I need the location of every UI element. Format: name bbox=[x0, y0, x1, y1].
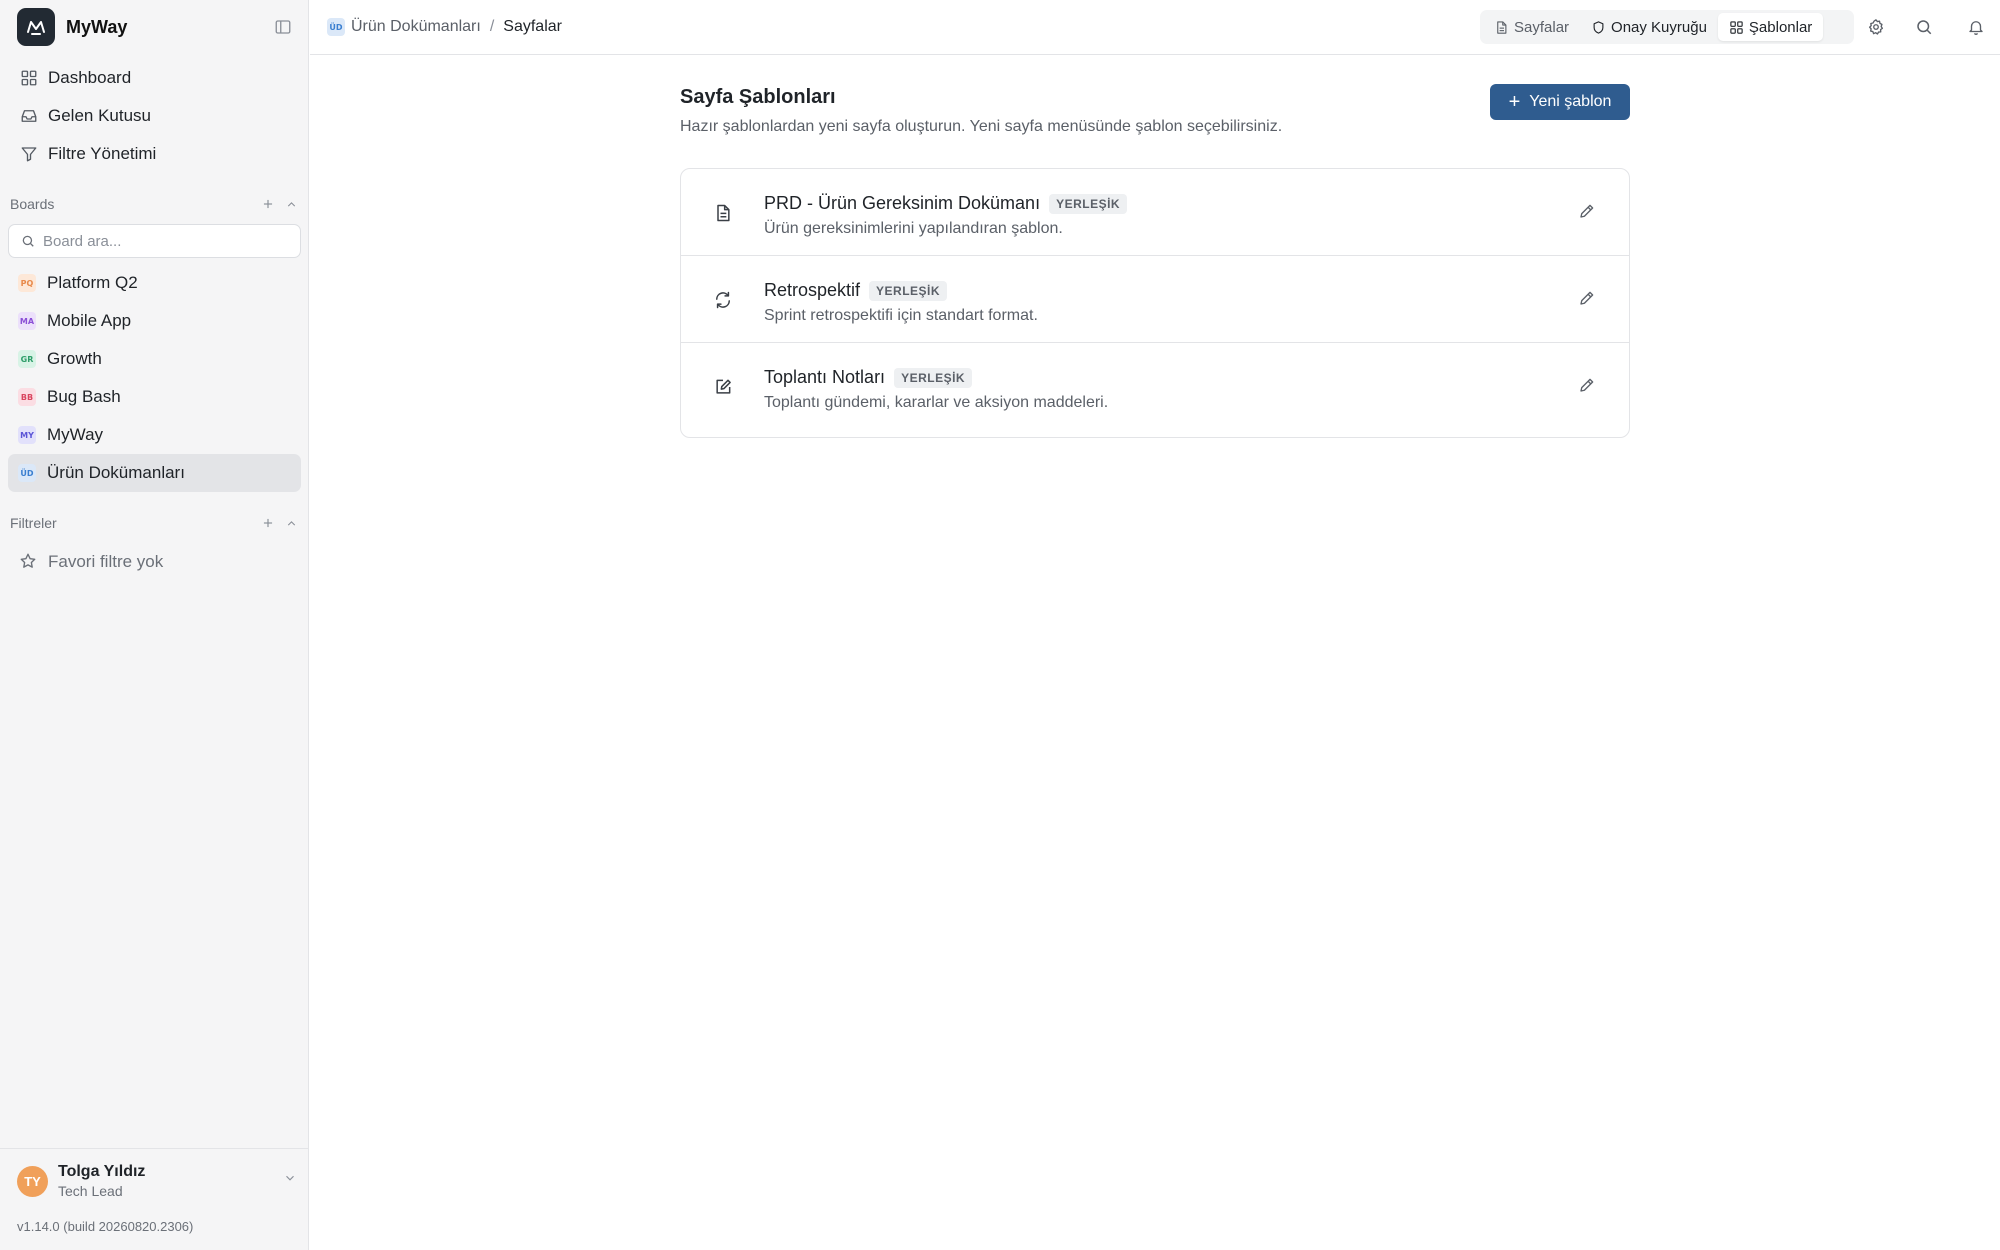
board-badge: MA bbox=[18, 312, 36, 330]
board-item[interactable]: ÜD Ürün Dokümanları bbox=[8, 454, 301, 492]
board-badge: MY bbox=[18, 426, 36, 444]
breadcrumb-current: Sayfalar bbox=[503, 18, 562, 35]
page-header: Sayfa Şablonları Hazır şablonlardan yeni… bbox=[680, 86, 1630, 136]
favorite-filters-empty: Favori filtre yok bbox=[8, 543, 301, 581]
app-name: MyWay bbox=[66, 16, 128, 37]
filter-icon bbox=[19, 144, 39, 164]
edit-pencil-icon[interactable] bbox=[1578, 289, 1596, 307]
template-title: PRD - Ürün Gereksinim Dokümanı bbox=[764, 193, 1041, 213]
chevron-up-icon[interactable] bbox=[285, 198, 298, 211]
tab-templates[interactable]: Şablonlar bbox=[1717, 13, 1824, 41]
template-row[interactable]: Retrospektif YERLEŞİK Sprint retrospekti… bbox=[681, 256, 1629, 343]
board-search-input[interactable] bbox=[43, 232, 283, 250]
chevron-up-icon[interactable] bbox=[285, 517, 298, 530]
settings-gear-icon[interactable] bbox=[1863, 14, 1889, 40]
board-badge: PQ bbox=[18, 274, 36, 292]
user-name: Tolga Yıldız bbox=[58, 1163, 146, 1180]
plus-icon: + bbox=[1508, 91, 1521, 113]
board-label: Platform Q2 bbox=[47, 273, 138, 292]
board-item[interactable]: BB Bug Bash bbox=[8, 378, 301, 416]
boards-section-header: Boards bbox=[10, 193, 300, 215]
nav-item-label: Dashboard bbox=[48, 68, 132, 87]
edit-square-icon bbox=[713, 377, 733, 397]
builtin-badge: YERLEŞİK bbox=[894, 367, 973, 388]
tab-approval-queue[interactable]: Onay Kuyruğu bbox=[1580, 13, 1718, 41]
board-item[interactable]: GR Growth bbox=[8, 340, 301, 378]
breadcrumb-parent-link[interactable]: Ürün Dokümanları bbox=[351, 18, 481, 36]
user-menu[interactable]: TY Tolga Yıldız Tech Lead bbox=[17, 1163, 297, 1199]
board-badge: GR bbox=[18, 350, 36, 368]
template-row[interactable]: Toplantı Notları YERLEŞİK Toplantı günde… bbox=[681, 343, 1629, 437]
breadcrumb-board-badge: ÜD bbox=[327, 18, 345, 36]
board-label: Growth bbox=[47, 349, 102, 368]
builtin-badge: YERLEŞİK bbox=[1049, 193, 1128, 214]
tab-label: Şablonlar bbox=[1748, 18, 1813, 36]
page-subtitle: Hazır şablonlardan yeni sayfa oluşturun.… bbox=[680, 118, 1283, 135]
edit-pencil-icon[interactable] bbox=[1578, 202, 1596, 220]
new-template-label: Yeni şablon bbox=[1529, 93, 1612, 110]
template-description: Ürün gereksinimlerini yapılandıran şablo… bbox=[764, 220, 1063, 237]
tab-pages[interactable]: Sayfalar bbox=[1483, 13, 1580, 41]
board-badge: BB bbox=[18, 388, 36, 406]
nav-item-label: Gelen Kutusu bbox=[48, 106, 152, 125]
board-label: Mobile App bbox=[47, 311, 132, 330]
nav-item-inbox[interactable]: Gelen Kutusu bbox=[8, 97, 301, 135]
grid-icon bbox=[1729, 20, 1744, 35]
breadcrumb: ÜD Ürün Dokümanları / Sayfalar bbox=[327, 0, 562, 54]
favorite-filters-empty-label: Favori filtre yok bbox=[48, 552, 164, 571]
add-filter-icon[interactable] bbox=[261, 516, 275, 530]
nav-item-filters[interactable]: Filtre Yönetimi bbox=[8, 135, 301, 173]
view-tabs: Sayfalar Onay Kuyruğu Şablonlar bbox=[1480, 10, 1854, 44]
template-row[interactable]: PRD - Ürün Gereksinim Dokümanı YERLEŞİK … bbox=[681, 169, 1629, 256]
boards-list: PQ Platform Q2 MA Mobile App GR Growth BB Bug B… bbox=[8, 264, 301, 492]
board-item[interactable]: PQ Platform Q2 bbox=[8, 264, 301, 302]
board-item[interactable]: MA Mobile App bbox=[8, 302, 301, 340]
app-version: v1.14.0 (build 20260820.2306) bbox=[17, 1219, 194, 1234]
template-title: Toplantı Notları bbox=[764, 367, 886, 387]
main-nav: Dashboard Gelen Kutusu Filtre Yönetimi bbox=[8, 59, 301, 173]
filters-section-title: Filtreler bbox=[10, 515, 57, 531]
builtin-badge: YERLEŞİK bbox=[869, 280, 948, 301]
tab-label: Onay Kuyruğu bbox=[1611, 18, 1707, 36]
nav-item-label: Filtre Yönetimi bbox=[48, 144, 157, 163]
board-label: Bug Bash bbox=[47, 387, 121, 406]
page-title: Sayfa Şablonları bbox=[680, 86, 836, 108]
template-description: Sprint retrospektifi için standart forma… bbox=[764, 307, 1038, 324]
edit-pencil-icon[interactable] bbox=[1578, 376, 1596, 394]
template-description: Toplantı gündemi, kararlar ve aksiyon ma… bbox=[764, 394, 1109, 411]
board-search bbox=[8, 224, 301, 258]
add-board-icon[interactable] bbox=[261, 197, 275, 211]
filters-section-header: Filtreler bbox=[10, 512, 300, 534]
grid-icon bbox=[19, 68, 39, 88]
board-label: Ürün Dokümanları bbox=[47, 463, 185, 482]
app-logo bbox=[17, 8, 55, 46]
new-template-button[interactable]: + Yeni şablon bbox=[1490, 84, 1630, 120]
tab-label: Sayfalar bbox=[1514, 18, 1570, 36]
inbox-icon bbox=[19, 106, 39, 126]
avatar: TY bbox=[17, 1165, 48, 1197]
shield-icon bbox=[1591, 20, 1606, 35]
chevron-down-icon[interactable] bbox=[283, 1171, 297, 1185]
template-title: Retrospektif bbox=[764, 280, 861, 300]
template-list: PRD - Ürün Gereksinim Dokümanı YERLEŞİK … bbox=[680, 168, 1630, 438]
bell-icon[interactable] bbox=[1963, 14, 1989, 40]
board-badge: ÜD bbox=[18, 464, 36, 482]
sidebar: MyWay Dashboard Gelen Kutusu Filtre Yöne… bbox=[0, 0, 309, 1250]
sidebar-toggle-icon[interactable] bbox=[258, 8, 308, 46]
board-label: MyWay bbox=[47, 425, 104, 444]
breadcrumb-separator: / bbox=[489, 18, 495, 35]
search-icon[interactable] bbox=[1911, 14, 1937, 40]
sidebar-footer: TY Tolga Yıldız Tech Lead v1.14.0 (build… bbox=[0, 1148, 309, 1250]
topbar: ÜD Ürün Dokümanları / Sayfalar Sayfalar … bbox=[310, 0, 2000, 55]
nav-item-dashboard[interactable]: Dashboard bbox=[8, 59, 301, 97]
user-role: Tech Lead bbox=[58, 1183, 123, 1199]
star-icon bbox=[19, 552, 39, 572]
document-icon bbox=[713, 203, 733, 223]
search-icon bbox=[21, 234, 35, 248]
brand[interactable]: MyWay bbox=[17, 8, 297, 46]
file-icon bbox=[1494, 20, 1509, 35]
refresh-icon bbox=[713, 290, 733, 310]
boards-section-title: Boards bbox=[10, 196, 55, 212]
board-item[interactable]: MY MyWay bbox=[8, 416, 301, 454]
